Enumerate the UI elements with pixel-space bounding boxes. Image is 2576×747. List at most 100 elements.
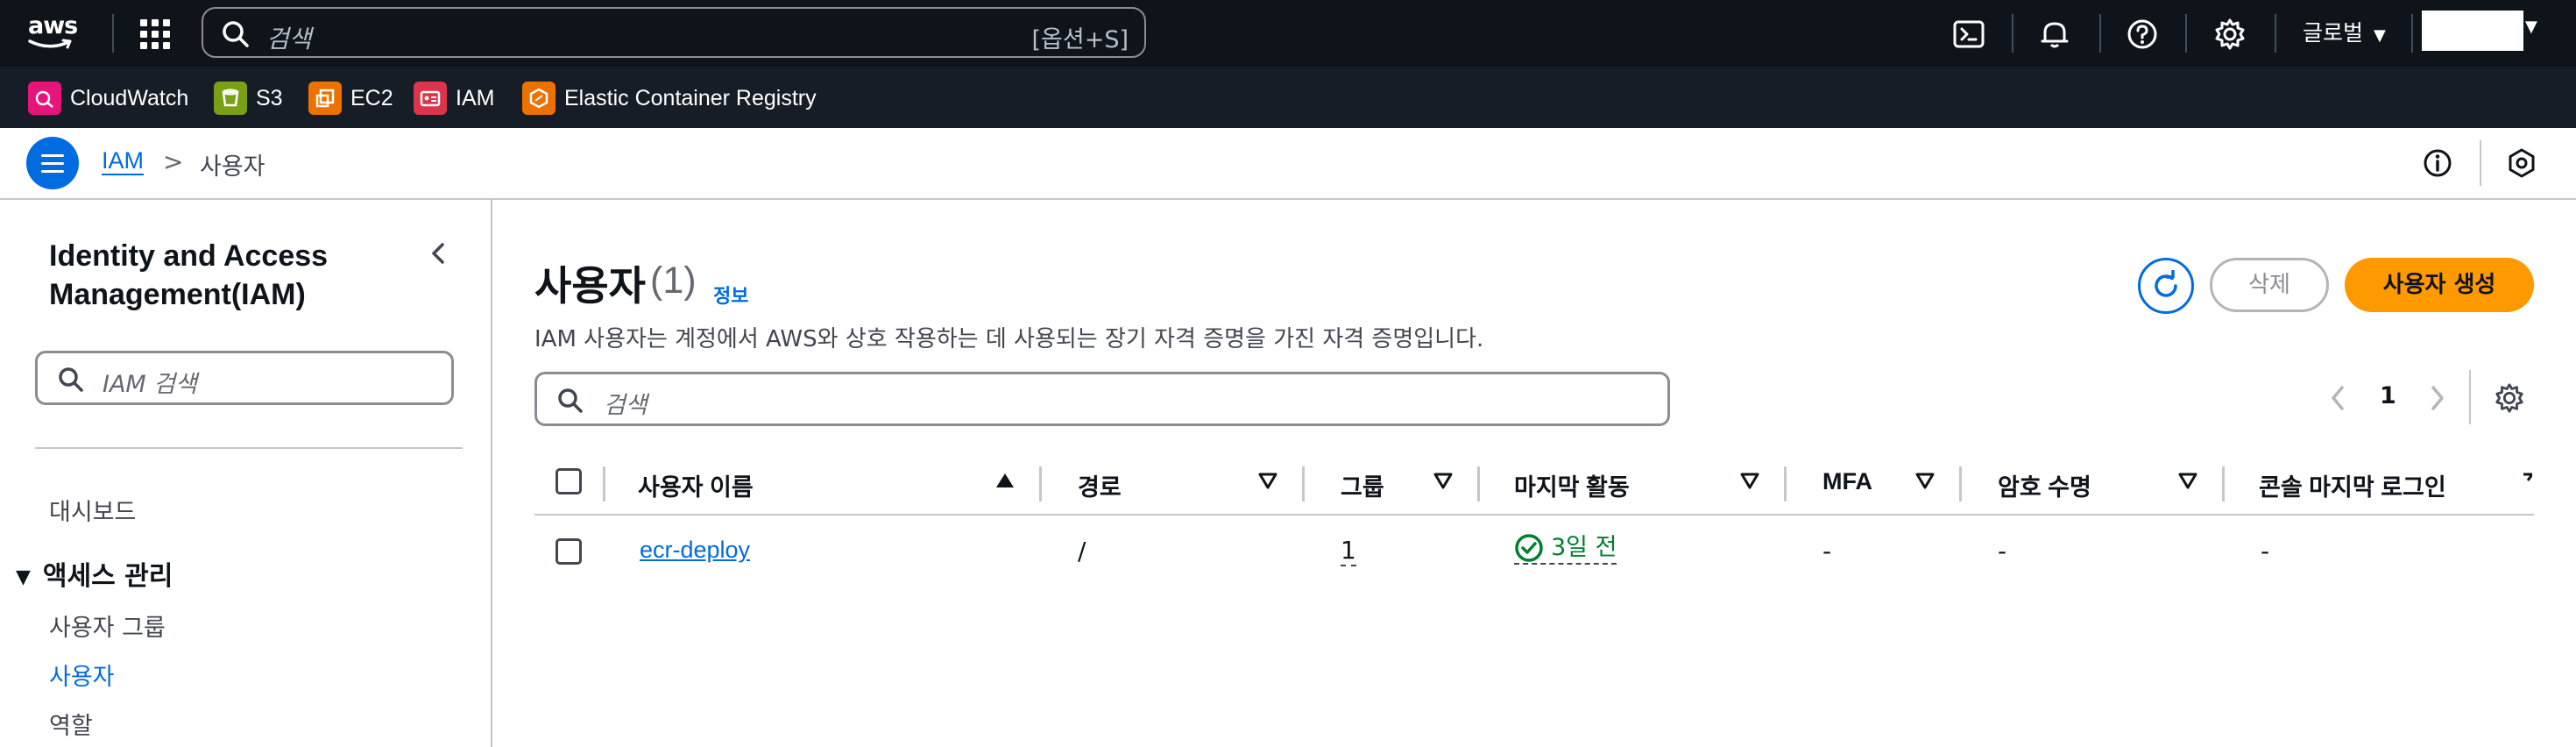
next-page-chevron-icon[interactable] [2427, 382, 2448, 414]
global-search-input[interactable]: 검색 [옵션+S] [202, 7, 1146, 58]
info-icon[interactable] [2422, 147, 2453, 179]
region-selector[interactable]: 글로벌 ▼ [2303, 16, 2386, 47]
row-select-checkbox[interactable] [556, 538, 582, 565]
column-divider [1477, 466, 1480, 502]
region-label: 글로벌 [2303, 20, 2364, 46]
nav-divider [2012, 14, 2013, 53]
sidebar-item-users[interactable]: 사용자 [49, 658, 115, 692]
favorite-label: S3 [256, 85, 283, 110]
column-header-mfa[interactable]: MFA [1822, 468, 1872, 495]
mfa-cell: - [1822, 537, 1832, 566]
account-menu[interactable] [2422, 11, 2523, 51]
page-number[interactable]: 1 [2380, 382, 2396, 409]
favorite-label: CloudWatch [70, 85, 189, 110]
sidebar-item-user-groups[interactable]: 사용자 그룹 [49, 608, 166, 643]
section-label: 액세스 관리 [42, 561, 173, 592]
success-check-icon [1515, 534, 1543, 562]
refresh-button[interactable] [2138, 258, 2194, 314]
favorite-iam[interactable]: IAM [414, 81, 494, 116]
side-divider [35, 447, 463, 449]
search-placeholder: 검색 [266, 25, 312, 53]
console-last-login-cell: - [2261, 537, 2270, 566]
column-divider [1302, 466, 1305, 502]
aws-smile-icon [28, 39, 72, 49]
search-placeholder: IAM 검색 [103, 371, 197, 398]
last-activity-value: 3일 전 [1551, 534, 1617, 561]
search-icon [558, 388, 583, 413]
top-navigation: aws 검색 [옵션+S] 글로벌 ▼ ▼ [0, 0, 2576, 67]
previous-page-chevron-icon[interactable] [2327, 382, 2348, 414]
cloudshell-icon[interactable] [1952, 18, 1985, 51]
column-header-path[interactable]: 경로 [1078, 468, 1122, 502]
sort-unsorted-icon[interactable] [2178, 472, 2197, 489]
toolbar-divider [2480, 140, 2481, 186]
sort-unsorted-icon[interactable] [1258, 472, 1277, 489]
nav-divider [2185, 14, 2187, 53]
sort-unsorted-icon[interactable] [2522, 472, 2532, 489]
nav-divider [2099, 14, 2101, 53]
column-header-last-activity[interactable]: 마지막 활동 [1514, 468, 1630, 502]
user-name-link[interactable]: ecr-deploy [640, 537, 750, 564]
favorite-s3[interactable]: S3 [214, 81, 283, 116]
side-navigation: Identity and Access Management(IAM) IAM … [0, 200, 492, 747]
sort-unsorted-icon[interactable] [1433, 472, 1453, 489]
sidebar-item-dashboard[interactable]: 대시보드 [49, 493, 136, 527]
iam-icon [414, 82, 447, 115]
create-user-button[interactable]: 사용자 생성 [2345, 258, 2534, 312]
caret-down-icon: ▼ [2374, 26, 2386, 45]
user-count: (1) [650, 260, 697, 302]
tools-panel-icon[interactable] [2506, 147, 2537, 179]
chevron-right-icon: > [163, 147, 184, 176]
sort-unsorted-icon[interactable] [1740, 472, 1759, 489]
favorite-cloudwatch[interactable]: CloudWatch [28, 81, 188, 116]
path-cell: / [1078, 537, 1086, 566]
filter-placeholder: 검색 [604, 392, 648, 419]
users-filter-input[interactable]: 검색 [534, 372, 1670, 426]
favorite-label: Elastic Container Registry [564, 85, 817, 110]
column-divider [1039, 466, 1042, 502]
search-icon [59, 367, 83, 392]
help-icon[interactable] [2126, 18, 2159, 51]
aws-logo[interactable]: aws [28, 12, 89, 54]
column-header-password-age[interactable]: 암호 수명 [1998, 468, 2091, 502]
favorite-ec2[interactable]: EC2 [308, 81, 393, 116]
caret-down-icon: ▼ [16, 566, 31, 588]
sidebar-section-access-management[interactable]: ▼ 액세스 관리 [16, 554, 173, 593]
side-navigation-toggle-button[interactable] [26, 137, 79, 189]
refresh-icon [2155, 270, 2177, 297]
table-preferences-gear-icon[interactable] [2494, 382, 2525, 414]
sort-ascending-icon[interactable] [995, 472, 1015, 489]
column-header-console-last-login[interactable]: 콘솔 마지막 로그인 [2259, 468, 2446, 502]
column-divider [2222, 466, 2225, 502]
close-panel-chevron-left-icon[interactable] [426, 240, 452, 267]
column-divider [1959, 466, 1962, 502]
iam-search-input[interactable]: IAM 검색 [35, 351, 454, 405]
column-header-groups[interactable]: 그룹 [1341, 468, 1384, 502]
column-header-user-name[interactable]: 사용자 이름 [638, 468, 754, 502]
groups-count-popover[interactable]: 1 [1341, 537, 1356, 566]
column-divider [1784, 466, 1787, 502]
pager-divider [2469, 370, 2471, 424]
favorite-label: IAM [456, 85, 495, 110]
notifications-bell-icon[interactable] [2038, 18, 2071, 51]
delete-button[interactable]: 삭제 [2210, 258, 2329, 312]
breadcrumb-bar: IAM > 사용자 [0, 128, 2576, 200]
info-link[interactable]: 정보 [713, 281, 748, 309]
side-navigation-title[interactable]: Identity and Access Management(IAM) [49, 237, 426, 314]
cloudwatch-icon [28, 82, 61, 115]
services-grid-icon[interactable] [140, 19, 170, 49]
page-description: IAM 사용자는 계정에서 AWS와 상호 작용하는 데 사용되는 장기 자격 … [534, 326, 1484, 352]
aws-logo-text: aws [28, 12, 78, 39]
ec2-icon [308, 82, 342, 115]
sidebar-item-roles[interactable]: 역할 [49, 707, 93, 741]
caret-down-icon[interactable]: ▼ [2525, 18, 2537, 36]
sort-unsorted-icon[interactable] [1915, 472, 1935, 489]
select-all-checkbox[interactable] [556, 468, 582, 494]
nav-divider [2411, 14, 2413, 53]
favorite-ecr[interactable]: Elastic Container Registry [522, 81, 817, 116]
settings-gear-icon[interactable] [2213, 18, 2247, 51]
breadcrumb-iam-link[interactable]: IAM [102, 147, 144, 174]
users-table-header: 사용자 이름 경로 그룹 마지막 활동 MFA 암호 수명 콘솔 마지막 로그인 [534, 458, 2534, 516]
ecr-icon [522, 82, 556, 115]
last-activity-popover[interactable]: 3일 전 [1514, 533, 1617, 565]
